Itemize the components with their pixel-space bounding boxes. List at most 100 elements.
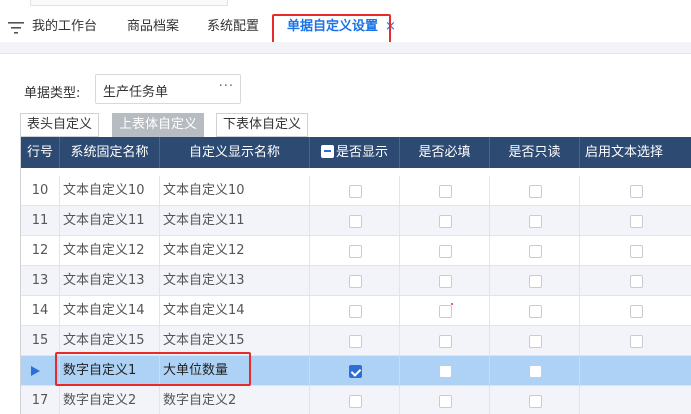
cell-readonly [490, 176, 580, 206]
table-row[interactable]: 10 文本自定义10 文本自定义10 [21, 176, 691, 206]
cell-text-select [580, 206, 691, 236]
checkbox[interactable] [630, 215, 643, 228]
cell-system-name[interactable]: 文本自定义10 [60, 176, 160, 206]
checkbox-checked[interactable] [349, 365, 362, 378]
checkbox[interactable] [529, 245, 542, 258]
cell-visible [310, 176, 400, 206]
cell-required [400, 296, 490, 326]
col-header-system-name[interactable]: 系统固定名称 [60, 137, 160, 168]
checkbox[interactable] [439, 215, 452, 228]
cell-system-name[interactable]: 文本自定义12 [60, 236, 160, 266]
cell-required [400, 266, 490, 296]
cell-row-number[interactable]: 11 [21, 206, 60, 236]
cell-text-select [580, 176, 691, 206]
col-header-custom-name[interactable]: 自定义显示名称 [160, 137, 310, 168]
cell-system-name[interactable]: 数字自定义2 [60, 386, 160, 414]
required-marker [451, 303, 453, 305]
cell-readonly [490, 356, 580, 386]
cell-text-select [580, 386, 691, 414]
cell-row-number[interactable]: 14 [21, 296, 60, 326]
col-header-row-number[interactable]: 行号 [21, 137, 60, 168]
checkbox[interactable] [439, 303, 453, 318]
subtab-header-custom[interactable]: 表头自定义 [20, 113, 100, 137]
cell-custom-name[interactable]: 数字自定义2 [160, 386, 310, 414]
cell-text-select [580, 326, 691, 356]
select-all-checkbox[interactable] [320, 145, 334, 158]
cell-row-number[interactable]: 13 [21, 266, 60, 296]
table-row[interactable]: 12 文本自定义12 文本自定义12 [21, 236, 691, 266]
grid-header: 行号 系统固定名称 自定义显示名称 是否显示 是否必填 是否只读 启用文本选择 [21, 137, 691, 168]
cell-readonly [490, 386, 580, 414]
checkbox[interactable] [349, 275, 362, 288]
cell-row-number[interactable]: 10 [21, 176, 60, 206]
cell-visible [310, 206, 400, 236]
checkbox[interactable] [529, 395, 542, 408]
checkbox[interactable] [349, 185, 362, 198]
table-row[interactable]: 14 文本自定义14 文本自定义14 [21, 296, 691, 326]
checkbox[interactable] [630, 275, 643, 288]
cell-text-select [580, 236, 691, 266]
cell-custom-name[interactable]: 文本自定义12 [160, 236, 310, 266]
checkbox[interactable] [439, 365, 452, 378]
table-row[interactable]: 13 文本自定义13 文本自定义13 [21, 266, 691, 296]
cell-custom-name[interactable]: 文本自定义14 [160, 296, 310, 326]
checkbox[interactable] [529, 365, 542, 378]
tab-workbench[interactable]: 我的工作台 [32, 16, 97, 38]
checkbox[interactable] [349, 395, 362, 408]
cell-readonly [490, 296, 580, 326]
checkbox[interactable] [529, 215, 542, 228]
cell-text-select [580, 296, 691, 326]
cell-system-name[interactable]: 文本自定义13 [60, 266, 160, 296]
checkbox[interactable] [630, 245, 643, 258]
tab-product-archive[interactable]: 商品档案 [127, 16, 179, 38]
cell-visible [310, 236, 400, 266]
cell-required [400, 206, 490, 236]
table-row[interactable]: 17 数字自定义2 数字自定义2 [21, 386, 691, 414]
checkbox[interactable] [529, 305, 542, 318]
checkbox[interactable] [529, 275, 542, 288]
subtab-upper-body-custom[interactable]: 上表体自定义 [112, 113, 205, 137]
cell-row-number[interactable]: 17 [21, 386, 60, 414]
checkbox[interactable] [439, 275, 452, 288]
checkbox[interactable] [439, 335, 452, 348]
cell-visible [310, 296, 400, 326]
col-header-visible-label: 是否显示 [335, 145, 388, 160]
checkbox[interactable] [630, 185, 643, 198]
checkbox[interactable] [349, 215, 362, 228]
checkbox[interactable] [349, 305, 362, 318]
table-row[interactable]: 11 文本自定义11 文本自定义11 [21, 206, 691, 236]
col-header-visible[interactable]: 是否显示 [310, 137, 400, 168]
checkbox[interactable] [529, 185, 542, 198]
cell-system-name[interactable]: 文本自定义11 [60, 206, 160, 236]
cell-custom-name[interactable]: 文本自定义10 [160, 176, 310, 206]
col-header-text-select[interactable]: 启用文本选择 [580, 137, 691, 168]
doc-type-field[interactable]: 生产任务单 ··· [95, 74, 241, 104]
cell-visible [310, 356, 400, 386]
highlight-box-row [55, 352, 251, 386]
col-header-readonly[interactable]: 是否只读 [490, 137, 580, 168]
checkbox[interactable] [439, 185, 452, 198]
cell-readonly [490, 326, 580, 356]
tab-system-config[interactable]: 系统配置 [207, 16, 259, 38]
checkbox[interactable] [529, 335, 542, 348]
cell-required [400, 176, 490, 206]
checkbox[interactable] [439, 395, 452, 408]
col-header-required[interactable]: 是否必填 [400, 137, 490, 168]
subtab-lower-body-custom[interactable]: 下表体自定义 [216, 113, 309, 137]
more-icon[interactable]: ··· [219, 79, 234, 94]
checkbox[interactable] [439, 245, 452, 258]
checkbox[interactable] [349, 335, 362, 348]
menu-icon[interactable] [8, 22, 24, 34]
cell-custom-name[interactable]: 文本自定义13 [160, 266, 310, 296]
cell-row-number[interactable]: 12 [21, 236, 60, 266]
top-strip [30, 0, 228, 6]
cell-system-name[interactable]: 文本自定义14 [60, 296, 160, 326]
cell-readonly [490, 236, 580, 266]
checkbox[interactable] [349, 245, 362, 258]
cell-visible [310, 326, 400, 356]
cell-custom-name[interactable]: 文本自定义11 [160, 206, 310, 236]
cell-row-number[interactable]: 15 [21, 326, 60, 356]
checkbox[interactable] [630, 335, 643, 348]
checkbox[interactable] [630, 305, 643, 318]
cell-readonly [490, 206, 580, 236]
